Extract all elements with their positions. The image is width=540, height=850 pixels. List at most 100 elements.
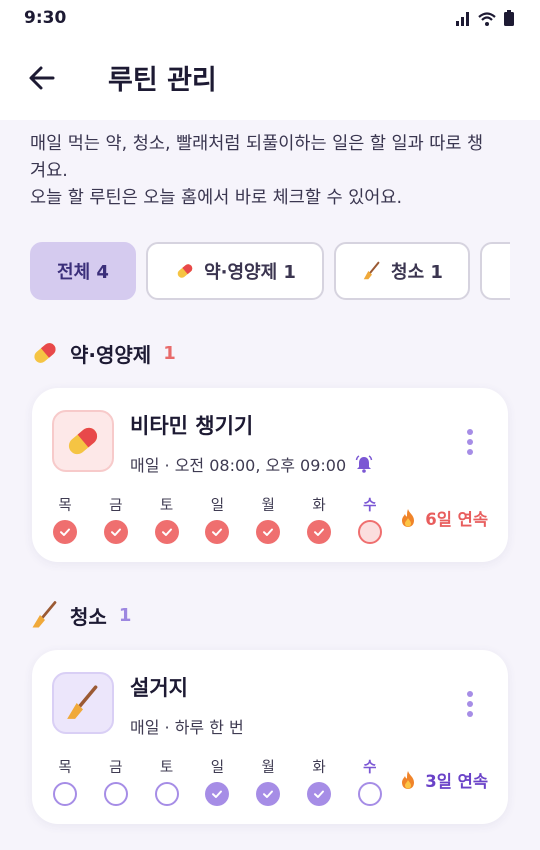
streak-text: 6일 연속 bbox=[425, 510, 488, 529]
weekday-item: 화 bbox=[304, 494, 334, 544]
weekday-check[interactable] bbox=[205, 782, 230, 806]
routine-title: 비타민 챙기기 bbox=[130, 414, 254, 438]
weekday-label: 목 bbox=[58, 760, 72, 776]
weekday-label: 토 bbox=[159, 498, 174, 514]
check-icon bbox=[263, 790, 274, 798]
status-icons bbox=[456, 10, 514, 26]
weekday-check[interactable] bbox=[154, 520, 179, 544]
description-line: 겨요. bbox=[30, 161, 68, 181]
filter-chip-more[interactable] bbox=[480, 242, 510, 300]
check-icon bbox=[60, 528, 70, 536]
section-header-cleaning: 청소 1 bbox=[30, 600, 131, 630]
routine-title: 설거지 bbox=[130, 676, 188, 700]
weekday-label: 수 bbox=[363, 498, 377, 514]
streak-badge: 3일 연속 bbox=[399, 768, 488, 792]
app-bar: 루틴 관리 bbox=[0, 38, 540, 120]
weekday-check[interactable] bbox=[307, 782, 331, 806]
weekday-check[interactable] bbox=[357, 782, 382, 806]
weekday-check[interactable] bbox=[357, 520, 382, 544]
weekday-item: 토 bbox=[152, 756, 182, 806]
filter-chip-label: 약·영양제 1 bbox=[204, 262, 296, 283]
description-line: 오늘 할 루틴은 오늘 홈에서 바로 체크할 수 있어요. bbox=[30, 188, 403, 208]
weekday-label: 월 bbox=[261, 760, 275, 776]
routine-schedule-text: 매일 · 오전 08:00, 오후 09:00 bbox=[130, 456, 347, 475]
page-title: 루틴 관리 bbox=[108, 65, 217, 96]
routine-schedule-text: 매일 · 하루 한 번 bbox=[130, 718, 244, 737]
check-icon bbox=[212, 790, 223, 798]
weekday-label: 일 bbox=[210, 498, 225, 514]
bell-icon bbox=[355, 455, 373, 473]
weekday-label: 목 bbox=[58, 498, 72, 514]
weekday-check[interactable] bbox=[53, 782, 77, 806]
routine-icon-box bbox=[52, 410, 114, 472]
check-icon bbox=[161, 528, 172, 536]
routine-icon-box bbox=[52, 672, 114, 734]
status-time: 9:30 bbox=[24, 8, 67, 28]
filter-chip-all[interactable]: 전체 4 bbox=[30, 242, 136, 300]
broom-icon bbox=[67, 685, 98, 719]
check-icon bbox=[314, 790, 324, 798]
signal-icon bbox=[456, 12, 469, 26]
weekday-label: 금 bbox=[109, 760, 123, 776]
more-vertical-icon bbox=[467, 691, 473, 717]
filter-chip-row: 전체 4 약·영양제 1 청소 1 bbox=[30, 242, 510, 302]
description: 매일 먹는 약, 청소, 빨래처럼 되풀이하는 일은 할 일과 따로 챙 겨요.… bbox=[30, 131, 520, 212]
more-options-button[interactable] bbox=[462, 428, 478, 456]
weekday-check[interactable] bbox=[103, 520, 128, 544]
filter-chip-cleaning[interactable]: 청소 1 bbox=[334, 242, 470, 300]
more-vertical-icon bbox=[467, 429, 473, 455]
weekday-item: 화 bbox=[304, 756, 334, 806]
weekday-label: 화 bbox=[312, 498, 326, 514]
description-line: 매일 먹는 약, 청소, 빨래처럼 되풀이하는 일은 할 일과 따로 챙 bbox=[30, 134, 484, 154]
pill-icon bbox=[68, 427, 98, 455]
weekday-check[interactable] bbox=[256, 782, 281, 806]
weekday-check[interactable] bbox=[205, 520, 230, 544]
more-options-button[interactable] bbox=[462, 690, 478, 718]
streak-text: 3일 연속 bbox=[425, 772, 488, 791]
weekday-label: 화 bbox=[312, 760, 326, 776]
weekday-item: 월 bbox=[253, 494, 283, 544]
check-icon bbox=[110, 528, 121, 536]
streak-badge: 6일 연속 bbox=[399, 506, 488, 530]
weekday-label: 수 bbox=[363, 760, 377, 776]
weekday-check[interactable] bbox=[103, 782, 128, 806]
filter-chip-medicine[interactable]: 약·영양제 1 bbox=[146, 242, 324, 300]
weekday-check[interactable] bbox=[256, 520, 281, 544]
weekday-item: 금 bbox=[101, 494, 131, 544]
weekday-check[interactable] bbox=[53, 520, 77, 544]
back-button[interactable] bbox=[24, 60, 60, 96]
wifi-icon bbox=[478, 12, 496, 26]
weekday-item: 일 bbox=[202, 494, 232, 544]
weekday-item: 수 bbox=[355, 494, 385, 544]
check-icon bbox=[263, 528, 274, 536]
fire-icon bbox=[402, 509, 415, 527]
weekday-label: 월 bbox=[261, 498, 275, 514]
weekday-item: 목 bbox=[50, 756, 80, 806]
broom-icon bbox=[363, 261, 380, 280]
section-count: 1 bbox=[118, 604, 132, 626]
weekday-label: 금 bbox=[109, 498, 123, 514]
weekday-check[interactable] bbox=[307, 520, 331, 544]
filter-chip-label: 청소 1 bbox=[391, 262, 443, 283]
battery-icon bbox=[504, 10, 514, 26]
weekday-label: 토 bbox=[159, 760, 174, 776]
routine-card-dishes[interactable]: 설거지 매일 · 하루 한 번 목 금 토 일 월 화 수 3일 연속 bbox=[32, 650, 508, 824]
routine-schedule: 매일 · 하루 한 번 bbox=[130, 714, 244, 738]
pill-icon bbox=[34, 343, 56, 363]
weekday-item: 일 bbox=[202, 756, 232, 806]
routine-card-vitamin[interactable]: 비타민 챙기기 매일 · 오전 08:00, 오후 09:00 목금토일월화수 … bbox=[32, 388, 508, 562]
section-count: 1 bbox=[163, 342, 176, 364]
check-icon bbox=[212, 528, 223, 536]
broom-icon bbox=[32, 601, 57, 628]
weekday-label: 일 bbox=[210, 760, 225, 776]
fire-icon bbox=[402, 771, 415, 789]
arrow-left-icon bbox=[29, 66, 55, 90]
weekday-check[interactable] bbox=[154, 782, 179, 806]
weekday-item: 월 bbox=[253, 756, 283, 806]
weekday-item: 수 bbox=[355, 756, 385, 806]
section-title: 청소 bbox=[70, 604, 107, 629]
status-bar: 9:30 bbox=[0, 0, 540, 38]
weekday-item: 금 bbox=[101, 756, 131, 806]
section-title: 약·영양제 bbox=[70, 342, 152, 367]
weekday-item: 목 bbox=[50, 494, 80, 544]
